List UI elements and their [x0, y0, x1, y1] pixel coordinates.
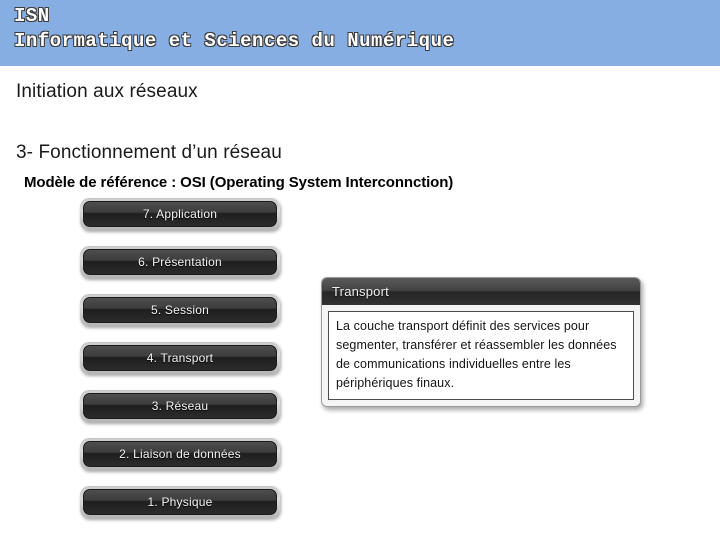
osi-layer-4-transport[interactable]: 4. Transport	[80, 342, 280, 374]
section-title: 3- Fonctionnement d’un réseau	[16, 142, 282, 163]
slide-header-band: ISN Informatique et Sciences du Numériqu…	[0, 0, 720, 66]
osi-layer-label: 3. Réseau	[151, 399, 209, 413]
lesson-title: Initiation aux réseaux	[16, 81, 198, 102]
osi-layer-button-face: 1. Physique	[83, 489, 277, 515]
osi-layer-3-reseau[interactable]: 3. Réseau	[80, 390, 280, 422]
callout-header: Transport	[322, 278, 640, 305]
osi-layer-label: 2. Liaison de données	[119, 447, 241, 461]
layer-description-callout: Transport La couche transport définit de…	[321, 277, 641, 407]
header-title-primary: ISN	[14, 5, 50, 27]
osi-layer-button-face: 7. Application	[83, 201, 277, 227]
osi-layer-5-session[interactable]: 5. Session	[80, 294, 280, 326]
osi-layer-label: 1. Physique	[147, 495, 213, 509]
callout-description-text: La couche transport définit des services…	[336, 319, 617, 390]
osi-layer-button-face: 4. Transport	[83, 345, 277, 371]
osi-layer-1-physique[interactable]: 1. Physique	[80, 486, 280, 518]
callout-title: Transport	[332, 284, 389, 299]
osi-layer-label: 7. Application	[142, 207, 218, 221]
osi-layer-2-liaison-de-donnees[interactable]: 2. Liaison de données	[80, 438, 280, 470]
callout-body-wrapper: La couche transport définit des services…	[322, 305, 640, 406]
osi-layer-stack: 7. Application 6. Présentation 5. Sessio…	[80, 198, 282, 534]
callout-body: La couche transport définit des services…	[328, 311, 634, 400]
section-subtitle: Modèle de référence : OSI (Operating Sys…	[24, 174, 454, 191]
osi-layer-label: 6. Présentation	[138, 255, 222, 269]
osi-layer-button-face: 6. Présentation	[83, 249, 277, 275]
osi-layer-button-face: 2. Liaison de données	[83, 441, 277, 467]
osi-layer-label: 4. Transport	[146, 351, 214, 365]
header-title-secondary: Informatique et Sciences du Numérique	[14, 30, 455, 52]
osi-layer-6-presentation[interactable]: 6. Présentation	[80, 246, 280, 278]
osi-layer-label: 5. Session	[150, 303, 210, 317]
osi-layer-7-application[interactable]: 7. Application	[80, 198, 280, 230]
osi-layer-button-face: 3. Réseau	[83, 393, 277, 419]
osi-layer-button-face: 5. Session	[83, 297, 277, 323]
